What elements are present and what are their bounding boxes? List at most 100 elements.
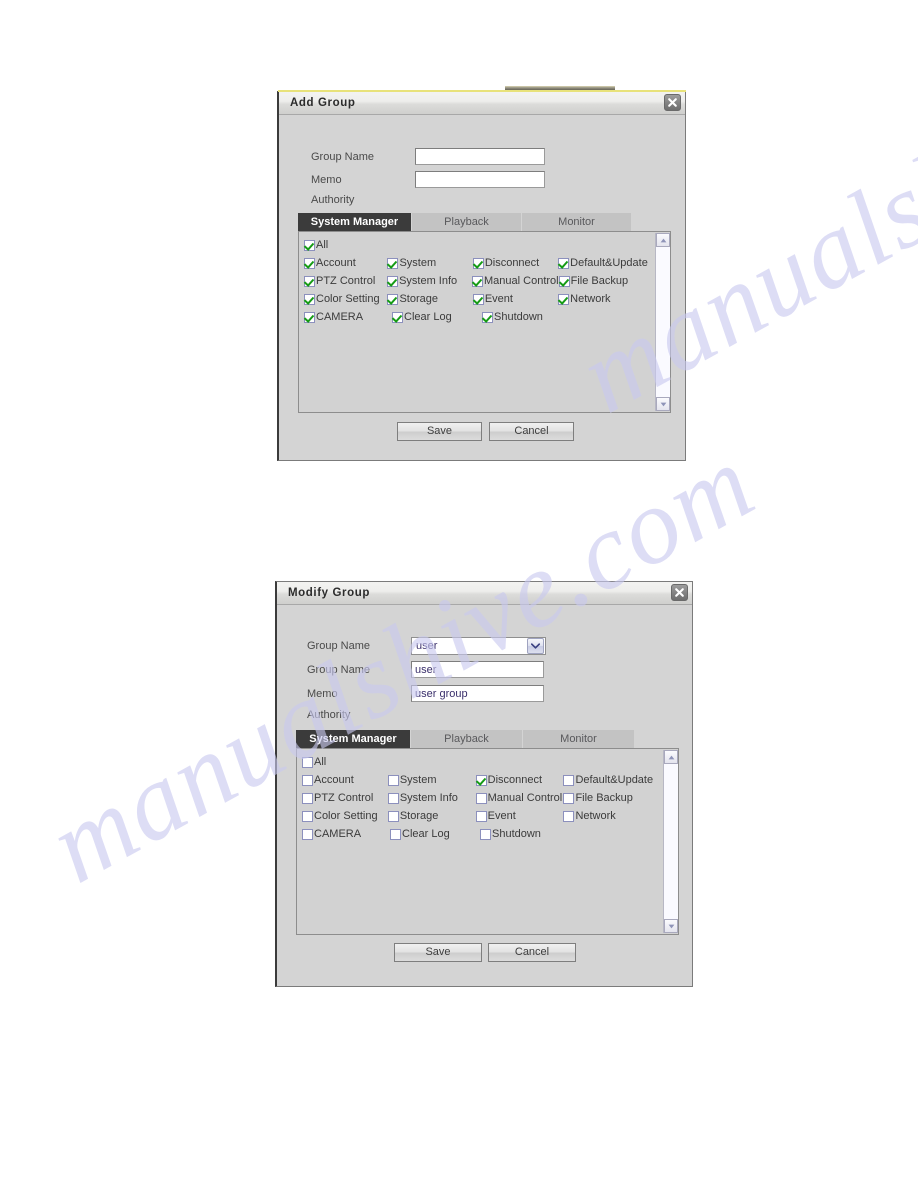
checkbox-system-info[interactable] <box>387 275 399 287</box>
checkbox-disconnect[interactable] <box>475 774 487 786</box>
save-button[interactable]: Save <box>394 943 482 962</box>
permission-item-shutdown[interactable]: Shutdown <box>482 311 572 323</box>
permission-item-color-setting[interactable]: Color Setting <box>304 293 387 305</box>
checkbox-shutdown[interactable] <box>482 311 493 323</box>
chevron-down-icon[interactable] <box>527 638 544 654</box>
permission-item-account[interactable]: Account <box>304 257 387 269</box>
checkbox-system-info[interactable] <box>387 792 399 804</box>
tab-system-manager[interactable]: System Manager <box>298 213 412 231</box>
permission-item-event[interactable]: Event <box>475 810 564 822</box>
permission-label: Network <box>570 293 611 305</box>
checkbox-color-setting[interactable] <box>302 810 313 822</box>
permission-item-network[interactable]: Network <box>558 293 653 305</box>
checkbox-event[interactable] <box>475 810 487 822</box>
permission-item-all[interactable]: All <box>302 756 390 768</box>
checkbox-disconnect[interactable] <box>472 257 484 269</box>
memo-input[interactable] <box>415 171 545 188</box>
checkbox-camera[interactable] <box>302 828 313 840</box>
caret-down-icon[interactable] <box>664 919 678 933</box>
permission-label: Color Setting <box>316 293 380 305</box>
permission-item-event[interactable]: Event <box>472 293 558 305</box>
checkbox-file-backup[interactable] <box>558 275 570 287</box>
checkbox-account[interactable] <box>302 774 313 786</box>
save-button[interactable]: Save <box>397 422 482 441</box>
tab-monitor[interactable]: Monitor <box>523 730 635 748</box>
checkbox-all[interactable] <box>304 239 315 251</box>
caret-up-icon[interactable] <box>664 750 678 764</box>
scrollbar-track[interactable] <box>664 764 678 919</box>
permission-item-system[interactable]: System <box>387 774 476 786</box>
tab-monitor[interactable]: Monitor <box>522 213 632 231</box>
scrollbar-track[interactable] <box>656 247 670 397</box>
permission-item-camera[interactable]: CAMERA <box>302 828 390 840</box>
permission-item-ptz-control[interactable]: PTZ Control <box>304 275 387 287</box>
permission-item-default-update[interactable]: Default&Update <box>558 257 653 269</box>
checkbox-ptz-control[interactable] <box>304 275 315 287</box>
checkbox-ptz-control[interactable] <box>302 792 313 804</box>
checkbox-storage[interactable] <box>387 810 399 822</box>
checkbox-manual-control[interactable] <box>472 275 484 287</box>
permission-item-color-setting[interactable]: Color Setting <box>302 810 388 822</box>
checkbox-file-backup[interactable] <box>563 792 575 804</box>
permission-item-manual-control[interactable]: Manual Control <box>475 792 564 804</box>
checkbox-clear-log[interactable] <box>392 311 403 323</box>
close-icon[interactable] <box>671 584 688 601</box>
permission-row: Color Setting Storage Event Network <box>304 290 653 308</box>
permission-item-system[interactable]: System <box>387 257 472 269</box>
permission-item-file-backup[interactable]: File Backup <box>558 275 653 287</box>
group-name-select[interactable]: user <box>411 637 546 655</box>
permission-item-disconnect[interactable]: Disconnect <box>472 257 558 269</box>
group-name-input[interactable] <box>415 148 545 165</box>
permission-item-all[interactable]: All <box>304 239 392 251</box>
permission-label: Event <box>487 810 516 822</box>
checkbox-event[interactable] <box>472 293 484 305</box>
tab-system-manager[interactable]: System Manager <box>296 730 411 748</box>
checkbox-shutdown[interactable] <box>480 828 491 840</box>
add-group-dialog: Add Group Group Name Memo Authority Syst… <box>277 91 686 461</box>
checkbox-account[interactable] <box>304 257 315 269</box>
checkbox-network[interactable] <box>558 293 570 305</box>
permission-item-shutdown[interactable]: Shutdown <box>480 828 570 840</box>
group-select-label: Group Name <box>307 640 370 652</box>
permission-item-account[interactable]: Account <box>302 774 388 786</box>
permission-item-storage[interactable]: Storage <box>387 810 476 822</box>
checkbox-network[interactable] <box>563 810 575 822</box>
permission-item-default-update[interactable]: Default&Update <box>563 774 661 786</box>
caret-up-icon[interactable] <box>656 233 670 247</box>
checkbox-default-update[interactable] <box>563 774 575 786</box>
permission-item-camera[interactable]: CAMERA <box>304 311 392 323</box>
permission-item-clear-log[interactable]: Clear Log <box>392 311 482 323</box>
permission-scrollbar[interactable] <box>663 750 678 933</box>
cancel-button[interactable]: Cancel <box>488 943 576 962</box>
permission-item-network[interactable]: Network <box>563 810 661 822</box>
memo-input[interactable] <box>411 685 544 702</box>
add-group-title: Add Group <box>290 97 356 109</box>
checkbox-camera[interactable] <box>304 311 315 323</box>
close-icon[interactable] <box>664 94 681 111</box>
checkbox-system[interactable] <box>387 774 399 786</box>
checkbox-clear-log[interactable] <box>390 828 401 840</box>
permission-item-clear-log[interactable]: Clear Log <box>390 828 480 840</box>
cancel-button[interactable]: Cancel <box>489 422 574 441</box>
modify-group-permission-panel: All Account System Disconnect Default&Up… <box>296 748 679 935</box>
permission-item-ptz-control[interactable]: PTZ Control <box>302 792 388 804</box>
checkbox-default-update[interactable] <box>558 257 570 269</box>
permission-scrollbar[interactable] <box>655 233 670 411</box>
checkbox-color-setting[interactable] <box>304 293 315 305</box>
permission-label: All <box>314 756 327 768</box>
caret-down-icon[interactable] <box>656 397 670 411</box>
permission-item-manual-control[interactable]: Manual Control <box>472 275 559 287</box>
group-name-input[interactable] <box>411 661 544 678</box>
permission-item-system-info[interactable]: System Info <box>387 275 472 287</box>
checkbox-all[interactable] <box>302 756 313 768</box>
permission-item-file-backup[interactable]: File Backup <box>563 792 661 804</box>
tab-playback[interactable]: Playback <box>412 213 522 231</box>
permission-label: System <box>399 257 437 269</box>
permission-item-disconnect[interactable]: Disconnect <box>475 774 564 786</box>
checkbox-system[interactable] <box>387 257 399 269</box>
tab-playback[interactable]: Playback <box>411 730 523 748</box>
permission-item-system-info[interactable]: System Info <box>387 792 476 804</box>
checkbox-manual-control[interactable] <box>475 792 487 804</box>
permission-item-storage[interactable]: Storage <box>387 293 472 305</box>
checkbox-storage[interactable] <box>387 293 399 305</box>
